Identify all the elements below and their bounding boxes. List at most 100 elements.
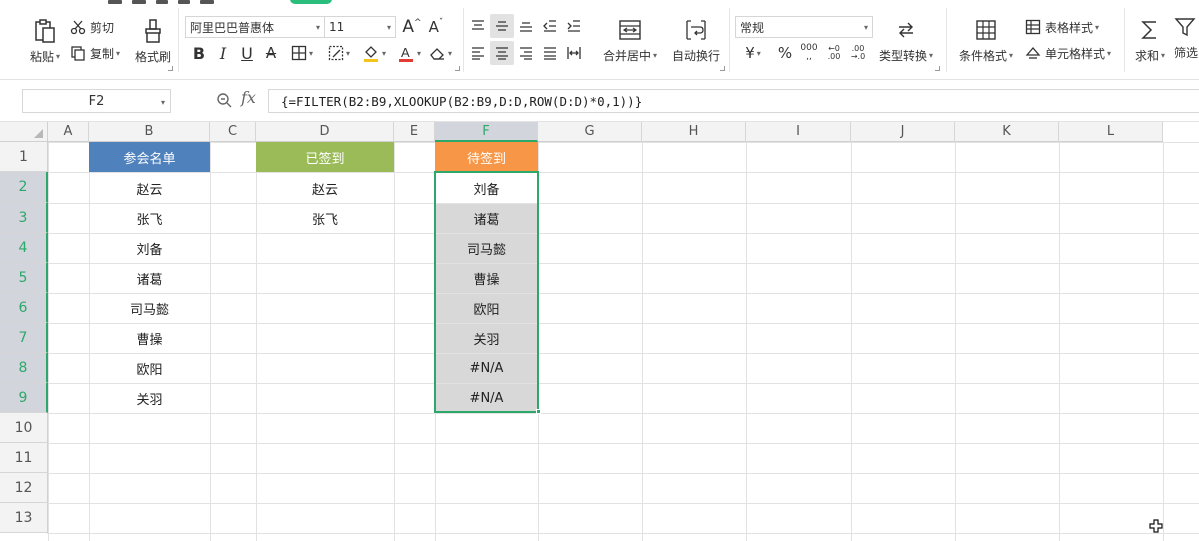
name-box[interactable]: F2 ▾ <box>22 89 171 113</box>
column-header-c[interactable]: C <box>210 122 256 142</box>
header-cell-pending[interactable]: 待签到 <box>435 142 538 172</box>
clear-format-icon[interactable]: ▾ <box>424 41 456 65</box>
wrap-text-button[interactable]: 自动换行 <box>668 16 724 66</box>
table-cell[interactable]: 赵云 <box>256 173 394 203</box>
row-header-6[interactable]: 6 <box>0 293 48 323</box>
table-cell[interactable]: 刘备 <box>89 234 210 263</box>
table-cell[interactable]: 张飞 <box>256 204 394 233</box>
table-cell[interactable]: 刘备 <box>435 173 538 203</box>
insert-function-icon[interactable]: fx <box>241 88 256 107</box>
table-cell[interactable]: 关羽 <box>89 384 210 413</box>
column-header-d[interactable]: D <box>256 122 394 142</box>
thousands-separator-icon[interactable]: 000,, <box>797 41 821 65</box>
formula-input[interactable]: {=FILTER(B2:B9,XLOOKUP(B2:B9,D:D,ROW(D:D… <box>268 89 1199 113</box>
column-header-e[interactable]: E <box>394 122 435 142</box>
font-name-select[interactable]: 阿里巴巴普惠体 ▾ <box>185 16 325 38</box>
number-format-select[interactable]: 常规 ▾ <box>735 16 873 38</box>
row-header-2[interactable]: 2 <box>0 172 48 203</box>
fill-handle[interactable] <box>536 409 541 414</box>
column-header-a[interactable]: A <box>48 122 89 142</box>
justify-icon[interactable] <box>538 41 562 65</box>
font-size-select[interactable]: 11 ▾ <box>324 16 396 38</box>
align-center-icon[interactable] <box>490 41 514 65</box>
filter-button[interactable]: 筛选 <box>1174 16 1199 66</box>
align-right-icon[interactable] <box>514 41 538 65</box>
column-header-g[interactable]: G <box>538 122 642 142</box>
table-cell[interactable]: #N/A <box>435 354 538 383</box>
table-cell[interactable]: 司马懿 <box>89 294 210 323</box>
cell-style-button[interactable]: 单元格样式 ▾ <box>1025 43 1111 63</box>
increase-indent-icon[interactable] <box>562 14 586 38</box>
format-painter-button[interactable]: 格式刷 <box>133 16 173 66</box>
table-cell[interactable]: 欧阳 <box>89 354 210 383</box>
conditional-format-button[interactable]: 条件格式 ▾ <box>954 16 1018 66</box>
number-group-launcher[interactable] <box>935 66 940 71</box>
row-header-7[interactable]: 7 <box>0 323 48 353</box>
quick-access-save-icon[interactable] <box>108 0 122 4</box>
quick-access-undo-icon[interactable] <box>178 0 190 4</box>
italic-icon[interactable]: I <box>211 41 235 65</box>
table-cell[interactable]: 关羽 <box>435 324 538 353</box>
column-header-l[interactable]: L <box>1059 122 1163 142</box>
row-header-13[interactable]: 13 <box>0 503 48 533</box>
increase-decimal-icon[interactable]: ←0.00 <box>822 41 846 65</box>
decrease-font-size-icon[interactable]: Aˇ <box>424 15 448 39</box>
align-bottom-icon[interactable] <box>514 14 538 38</box>
fill-color-icon[interactable]: ▾ <box>357 41 391 65</box>
cut-button[interactable]: 剪切 <box>70 17 114 37</box>
row-header-8[interactable]: 8 <box>0 353 48 383</box>
header-cell-signed-in[interactable]: 已签到 <box>256 142 394 172</box>
table-cell[interactable]: 欧阳 <box>435 294 538 323</box>
column-header-f[interactable]: F <box>435 122 538 142</box>
currency-icon[interactable]: ¥ ▾ <box>737 41 769 65</box>
header-cell-attendee-list[interactable]: 参会名单 <box>89 142 210 172</box>
table-cell[interactable]: 诸葛 <box>435 204 538 233</box>
spreadsheet-grid[interactable]: ABCDEFGHIJKL 1 2 3 4 5 6 7 8 9 10 11 12 13 参会名单 已签到 … <box>0 122 1199 541</box>
align-middle-icon[interactable] <box>490 14 514 38</box>
decrease-indent-icon[interactable] <box>538 14 562 38</box>
fill-pattern-icon[interactable]: ▾ <box>322 41 356 65</box>
table-cell[interactable]: 曹操 <box>89 324 210 353</box>
distributed-align-icon[interactable] <box>562 41 586 65</box>
table-cell[interactable]: 司马懿 <box>435 234 538 263</box>
quick-access-print-icon[interactable] <box>132 0 146 4</box>
sum-button[interactable]: 求和 ▾ <box>1130 16 1170 66</box>
copy-button[interactable]: 复制 ▾ <box>70 43 120 63</box>
column-header-i[interactable]: I <box>746 122 851 142</box>
decrease-decimal-icon[interactable]: .00 →.0 <box>846 41 870 65</box>
row-header-3[interactable]: 3 <box>0 203 48 233</box>
row-header-9[interactable]: 9 <box>0 383 48 413</box>
bold-icon[interactable]: B <box>187 41 211 65</box>
quick-access-preview-icon[interactable] <box>156 0 168 4</box>
font-group-launcher[interactable] <box>455 66 460 71</box>
quick-access-redo-icon[interactable] <box>200 0 214 4</box>
row-header-12[interactable]: 12 <box>0 473 48 503</box>
table-cell[interactable]: #N/A <box>435 384 538 413</box>
table-cell[interactable]: 诸葛 <box>89 264 210 293</box>
align-top-icon[interactable] <box>466 14 490 38</box>
increase-font-size-icon[interactable]: A ^ <box>400 15 424 39</box>
table-cell[interactable]: 曹操 <box>435 264 538 293</box>
select-all-corner[interactable] <box>0 122 48 142</box>
column-header-b[interactable]: B <box>89 122 210 142</box>
clipboard-group-launcher[interactable] <box>168 66 173 71</box>
column-header-k[interactable]: K <box>955 122 1059 142</box>
column-header-j[interactable]: J <box>851 122 955 142</box>
zoom-search-icon[interactable] <box>216 92 232 111</box>
active-tab-indicator[interactable] <box>290 0 332 4</box>
strikethrough-icon[interactable]: A <box>259 41 283 65</box>
borders-icon[interactable]: ▾ <box>285 41 319 65</box>
column-header-h[interactable]: H <box>642 122 746 142</box>
table-cell[interactable]: 张飞 <box>89 204 210 233</box>
merge-center-button[interactable]: 合并居中 ▾ <box>600 16 660 66</box>
alignment-group-launcher[interactable] <box>720 66 725 71</box>
paste-button[interactable]: 粘贴 ▾ <box>25 16 65 66</box>
underline-icon[interactable]: U <box>235 41 259 65</box>
font-color-icon[interactable]: A ▾ <box>392 41 426 65</box>
percent-icon[interactable]: % <box>773 41 797 65</box>
row-header-10[interactable]: 10 <box>0 413 48 443</box>
row-header-4[interactable]: 4 <box>0 233 48 263</box>
table-cell[interactable]: 赵云 <box>89 173 210 203</box>
convert-type-button[interactable]: 类型转换 ▾ <box>875 16 937 66</box>
row-header-1[interactable]: 1 <box>0 142 48 172</box>
